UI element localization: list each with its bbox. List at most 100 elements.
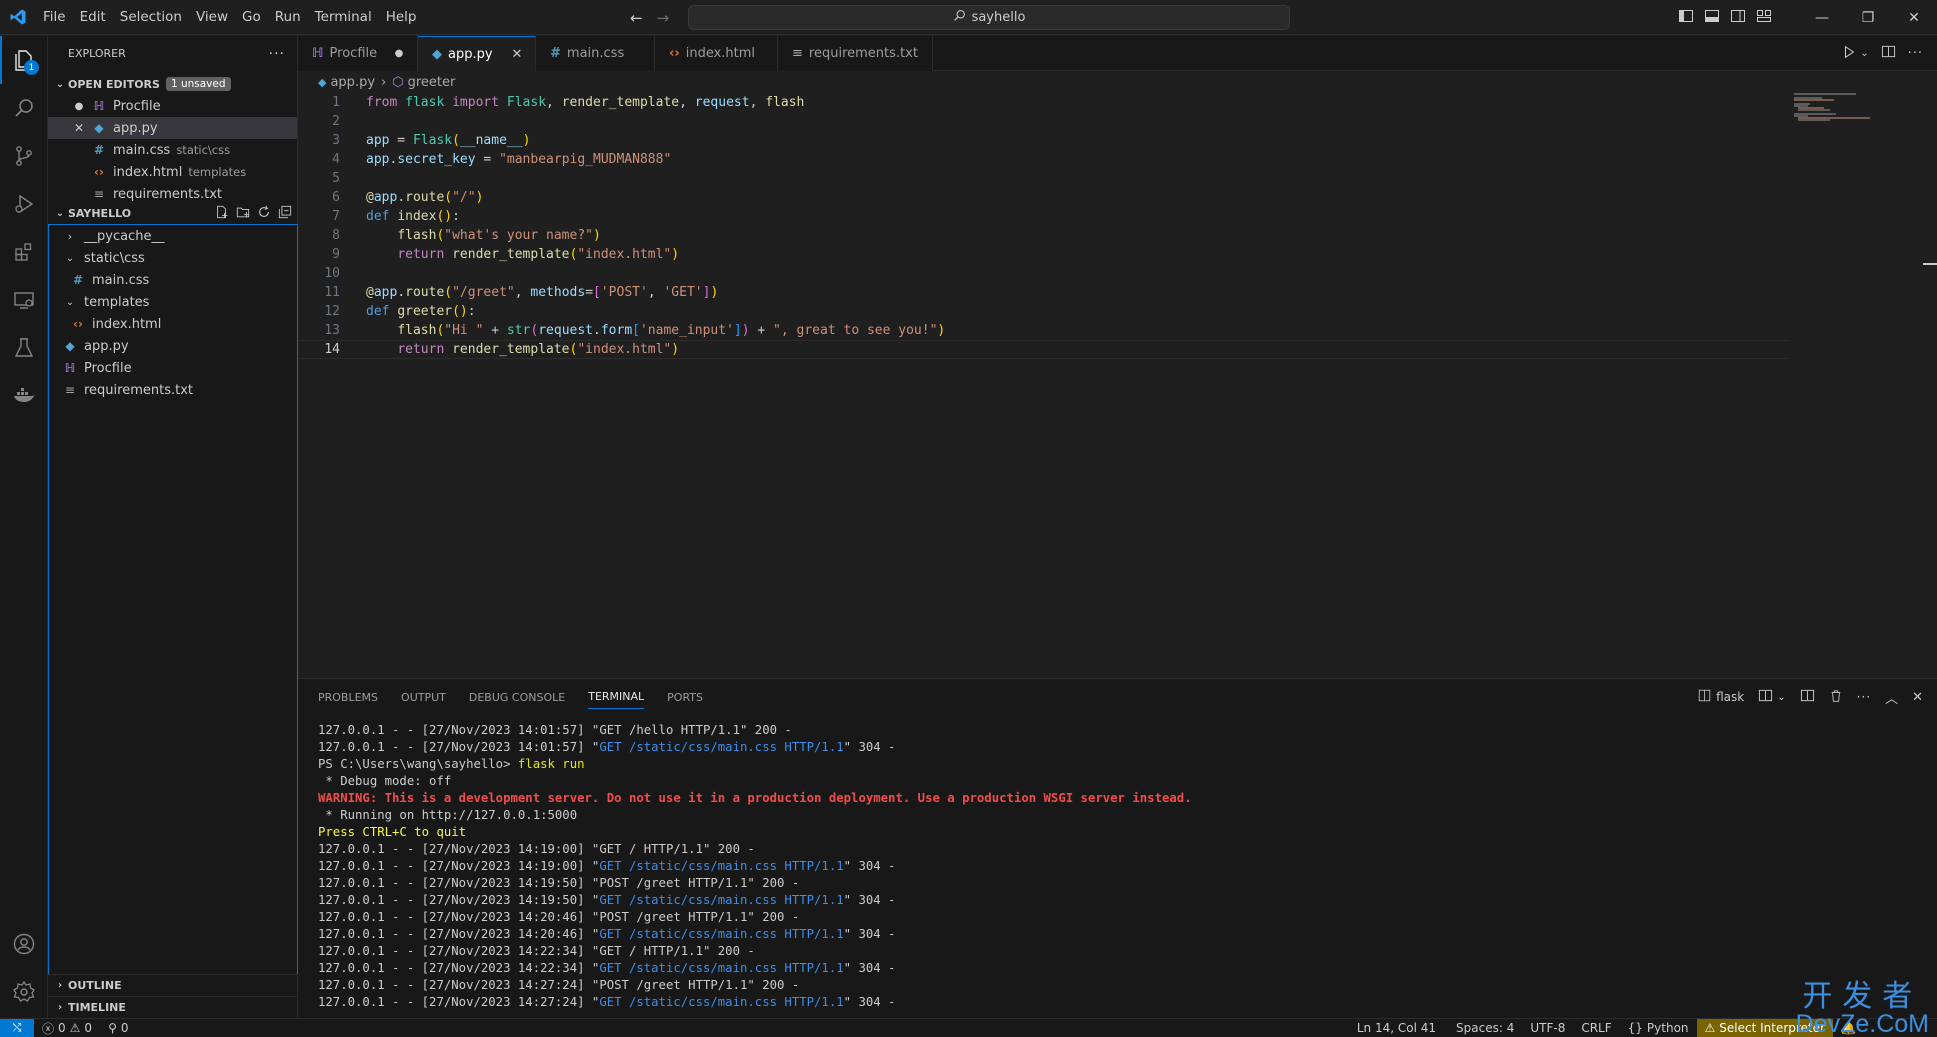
end-of-line[interactable]: CRLF: [1573, 1019, 1619, 1037]
restore-icon[interactable]: ❐: [1845, 0, 1891, 35]
tree-folder-pycache[interactable]: › __pycache__: [48, 225, 298, 247]
menu-selection[interactable]: Selection: [113, 0, 189, 35]
menu-help[interactable]: Help: [379, 0, 424, 35]
language-mode[interactable]: {} Python: [1620, 1019, 1697, 1037]
new-terminal-icon[interactable]: [1758, 688, 1773, 706]
split-editor-icon[interactable]: [1881, 44, 1896, 63]
source-control-icon[interactable]: [0, 132, 48, 180]
tree-file-app-py[interactable]: ◆ app.py: [48, 335, 298, 357]
explorer-title: EXPLORER: [68, 47, 126, 60]
tab-terminal[interactable]: TERMINAL: [588, 685, 645, 709]
back-arrow-icon[interactable]: ←: [630, 9, 643, 27]
tree-folder-templates[interactable]: ⌄ templates: [48, 291, 298, 313]
ports-status[interactable]: ⚲ 0: [100, 1019, 136, 1037]
code-editor[interactable]: 1 from flask import Flask, render_templa…: [298, 93, 1937, 678]
encoding[interactable]: UTF-8: [1522, 1019, 1573, 1037]
new-folder-icon[interactable]: [236, 205, 250, 222]
open-editor-item-index-html[interactable]: ‹› index.html templates: [48, 161, 297, 183]
terminal-output[interactable]: 127.0.0.1 - - [27/Nov/2023 14:01:57] "GE…: [318, 722, 1918, 1012]
menu-run[interactable]: Run: [268, 0, 308, 35]
run-debug-icon[interactable]: [0, 180, 48, 228]
menu-terminal[interactable]: Terminal: [308, 0, 379, 35]
terminal-line: * Running on http://127.0.0.1:5000: [318, 807, 1918, 824]
testing-icon[interactable]: [0, 324, 48, 372]
close-window-icon[interactable]: ✕: [1891, 0, 1937, 35]
tab-problems[interactable]: PROBLEMS: [318, 679, 378, 715]
explorer-more-actions-icon[interactable]: ···: [269, 46, 285, 62]
tab-app-py[interactable]: ◆ app.py ✕: [418, 36, 536, 71]
breadcrumb-symbol[interactable]: greeter: [408, 75, 456, 90]
accounts-icon[interactable]: [0, 920, 48, 968]
search-view-icon[interactable]: [0, 84, 48, 132]
open-editor-label: Procfile: [113, 98, 161, 114]
menu-file[interactable]: File: [36, 0, 73, 35]
tab-output[interactable]: OUTPUT: [401, 679, 446, 715]
watermark-chinese: 开发者: [1802, 979, 1923, 1014]
more-actions-icon[interactable]: ···: [1857, 690, 1871, 704]
tab-ports[interactable]: PORTS: [667, 679, 703, 715]
tab-requirements[interactable]: ≡ requirements.txt: [778, 36, 933, 71]
sayhello-folder-section[interactable]: ⌄ SAYHELLO: [48, 202, 298, 224]
remote-explorer-icon[interactable]: [0, 276, 48, 324]
problems-status[interactable]: ⓧ 0 ⚠ 0: [34, 1019, 100, 1037]
menu-edit[interactable]: Edit: [73, 0, 113, 35]
tree-file-procfile[interactable]: ℍ Procfile: [48, 357, 298, 379]
tab-debug-console[interactable]: DEBUG CONSOLE: [469, 679, 565, 715]
open-editor-item-procfile[interactable]: ● ℍ Procfile: [48, 95, 297, 117]
function-symbol-icon: ⬡: [392, 74, 404, 90]
menu-go[interactable]: Go: [235, 0, 268, 35]
maximize-panel-icon[interactable]: ︿: [1885, 688, 1898, 707]
run-python-file-icon[interactable]: [1842, 45, 1856, 63]
close-tab-icon[interactable]: ✕: [509, 47, 525, 62]
close-panel-icon[interactable]: ✕: [1912, 690, 1923, 705]
outline-section[interactable]: › OUTLINE: [48, 974, 298, 996]
text-file-icon: ≡: [64, 383, 76, 397]
docker-icon[interactable]: [0, 372, 48, 420]
terminal-dropdown-chevron-icon[interactable]: ⌄: [1777, 692, 1785, 703]
settings-gear-icon[interactable]: [0, 968, 48, 1016]
terminal-instance[interactable]: flask: [1698, 689, 1744, 705]
unsaved-dot-icon[interactable]: ●: [71, 101, 87, 112]
customize-layout-icon[interactable]: [1756, 8, 1772, 28]
open-editor-item-app-py[interactable]: ✕ ◆ app.py: [48, 117, 297, 139]
open-editor-item-main-css[interactable]: # main.css static\css: [48, 139, 297, 161]
heroku-file-icon: ℍ: [312, 46, 324, 61]
tab-index-html[interactable]: ‹› index.html: [655, 36, 778, 71]
scrollbar-indicator[interactable]: [1923, 263, 1937, 265]
split-terminal-icon[interactable]: [1800, 688, 1815, 706]
menu-view[interactable]: View: [189, 0, 235, 35]
forward-arrow-icon[interactable]: →: [657, 9, 670, 27]
trash-icon[interactable]: [1829, 689, 1843, 706]
unsaved-dot-icon[interactable]: ●: [391, 48, 407, 59]
tree-folder-static-css[interactable]: ⌄ static\css: [48, 247, 298, 269]
line-number: 13: [324, 323, 340, 338]
tab-procfile[interactable]: ℍ Procfile ●: [298, 36, 418, 71]
tree-file-requirements[interactable]: ≡ requirements.txt: [48, 379, 298, 401]
indentation[interactable]: Spaces: 4: [1448, 1019, 1522, 1037]
tree-file-index-html[interactable]: ‹› index.html: [48, 313, 298, 335]
toggle-panel-icon[interactable]: [1704, 8, 1720, 28]
code-line: 1 from flask import Flask, render_templa…: [298, 93, 1788, 112]
toggle-primary-sidebar-icon[interactable]: [1678, 8, 1694, 28]
close-editor-icon[interactable]: ✕: [71, 121, 87, 135]
remote-indicator-icon[interactable]: ⤭: [0, 1018, 34, 1037]
new-file-icon[interactable]: [215, 205, 229, 222]
more-actions-icon[interactable]: ···: [1908, 46, 1923, 61]
minimize-icon[interactable]: —: [1799, 0, 1845, 35]
open-editors-section[interactable]: ⌄ OPEN EDITORS 1 unsaved: [48, 73, 297, 95]
run-options-chevron-icon[interactable]: ⌄: [1860, 48, 1868, 59]
toggle-secondary-sidebar-icon[interactable]: [1730, 8, 1746, 28]
minimap[interactable]: [1790, 93, 1910, 678]
refresh-icon[interactable]: [257, 205, 271, 222]
tab-main-css[interactable]: # main.css: [536, 36, 655, 71]
cursor-position[interactable]: Ln 14, Col 41: [1345, 1019, 1448, 1037]
extensions-icon[interactable]: [0, 228, 48, 276]
collapse-all-icon[interactable]: [278, 205, 292, 222]
breadcrumb-file[interactable]: app.py: [330, 75, 375, 90]
terminal-name: flask: [1716, 690, 1745, 704]
command-center-search[interactable]: sayhello: [688, 5, 1290, 30]
tree-file-main-css[interactable]: # main.css: [48, 269, 298, 291]
explorer-icon[interactable]: 1: [0, 36, 48, 84]
timeline-section[interactable]: › TIMELINE: [48, 996, 298, 1018]
braces-icon: {}: [1627, 1021, 1643, 1035]
